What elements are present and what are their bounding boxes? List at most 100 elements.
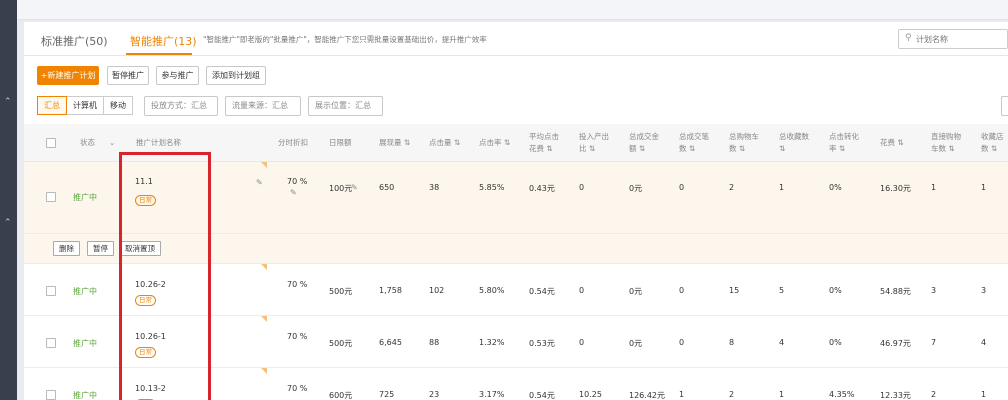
- col-fav[interactable]: 总收藏数 ⇅: [779, 131, 809, 155]
- discount-value: 70 %: [287, 280, 308, 289]
- cart-cell: 2: [729, 183, 735, 192]
- fav-store-cell: 3: [981, 286, 987, 295]
- impressions-cell: 6,645: [379, 338, 402, 347]
- orders-cell: 1: [679, 390, 685, 399]
- direct-cart-cell: 3: [931, 286, 937, 295]
- seg-pc[interactable]: 计算机: [66, 96, 104, 115]
- seg-mobile[interactable]: 移动: [103, 96, 133, 115]
- roi-cell: 10.25: [579, 390, 602, 399]
- pause-row-button[interactable]: 暂停: [87, 241, 114, 256]
- col-gmv[interactable]: 总成交金额 ⇅: [629, 131, 659, 155]
- join-button[interactable]: 参与推广: [156, 66, 199, 85]
- col-status[interactable]: 状态: [80, 137, 95, 149]
- gmv-cell: 0元: [629, 287, 643, 296]
- tab-smart[interactable]: 智能推广(13): [130, 33, 197, 49]
- budget-value: 500元: [329, 339, 353, 348]
- cvr-cell: 0%: [829, 183, 842, 192]
- status-badge: 推广中: [73, 193, 97, 202]
- col-discount: 分时折扣: [278, 138, 308, 147]
- fav-cell: 5: [779, 286, 785, 295]
- active-tab-indicator: [126, 53, 192, 55]
- search-input[interactable]: [916, 32, 1004, 46]
- seg-summary[interactable]: 汇总: [37, 96, 67, 115]
- traffic-select[interactable]: 流量来源：汇总: [225, 96, 301, 116]
- col-orders[interactable]: 总成交笔数 ⇅: [679, 131, 709, 155]
- tab-standard[interactable]: 标准推广(50): [41, 33, 108, 49]
- delete-button[interactable]: 删除: [53, 241, 80, 256]
- highlight-annotation-box: [119, 152, 211, 400]
- ctr-cell: 5.80%: [479, 286, 505, 295]
- cart-cell: 8: [729, 338, 735, 347]
- pin-corner-mark: [261, 316, 267, 322]
- cost-cell: 46.97元: [880, 339, 911, 348]
- more-filter-select[interactable]: [1001, 96, 1008, 116]
- col-roi[interactable]: 投入产出比 ⇅: [579, 131, 609, 155]
- col-ctr[interactable]: 点击率 ⇅: [479, 137, 510, 149]
- fav-cell: 4: [779, 338, 785, 347]
- placement-select[interactable]: 投放方式：汇总: [144, 96, 218, 116]
- tab-bar: 标准推广(50) 智能推广(13) "智能推广"即老版的"批量推广"，智能推广下…: [24, 22, 1008, 56]
- direct-cart-cell: 2: [931, 390, 937, 399]
- cost-cell: 54.88元: [880, 287, 911, 296]
- edit-icon[interactable]: ✎: [256, 178, 263, 187]
- col-avg-cpc[interactable]: 平均点击 花费 ⇅: [529, 131, 559, 155]
- left-rail: ⌃ ⌃: [0, 0, 17, 400]
- row-checkbox[interactable]: [46, 390, 56, 400]
- avg-cpc-cell: 0.54元: [529, 287, 555, 296]
- budget-value: 100元: [329, 184, 353, 193]
- avg-cpc-cell: 0.53元: [529, 339, 555, 348]
- col-impressions[interactable]: 展现量 ⇅: [379, 137, 410, 149]
- status-badge: 推广中: [73, 287, 97, 296]
- position-select[interactable]: 展示位置：汇总: [308, 96, 383, 116]
- collapse-arrow-icon[interactable]: ⌃: [4, 97, 12, 107]
- edit-icon[interactable]: ✎: [351, 183, 358, 192]
- pin-corner-mark: [261, 162, 267, 168]
- collapse-arrow-icon[interactable]: ⌃: [4, 218, 12, 228]
- status-badge: 推广中: [73, 391, 97, 400]
- new-plan-button[interactable]: +新建推广计划: [37, 66, 99, 85]
- fav-store-cell: 1: [981, 390, 987, 399]
- row-checkbox[interactable]: [46, 192, 56, 202]
- ctr-cell: 3.17%: [479, 390, 505, 399]
- search-box[interactable]: ⚲: [898, 29, 1008, 49]
- orders-cell: 0: [679, 183, 685, 192]
- row-checkbox[interactable]: [46, 286, 56, 296]
- top-strip: [17, 0, 1008, 20]
- fav-store-cell: 4: [981, 338, 987, 347]
- col-clicks[interactable]: 点击量 ⇅: [429, 137, 460, 149]
- direct-cart-cell: 1: [931, 183, 937, 192]
- pin-corner-mark: [261, 264, 267, 270]
- budget-value: 600元: [329, 391, 353, 400]
- row-checkbox[interactable]: [46, 338, 56, 348]
- clicks-cell: 23: [429, 390, 440, 399]
- gmv-cell: 126.42元: [629, 391, 665, 400]
- orders-cell: 0: [679, 286, 685, 295]
- col-cost[interactable]: 花费 ⇅: [880, 137, 904, 149]
- gmv-cell: 0元: [629, 184, 643, 193]
- pin-corner-mark: [261, 368, 267, 374]
- cvr-cell: 4.35%: [829, 390, 855, 399]
- device-segment: 汇总 计算机 移动: [37, 96, 133, 115]
- edit-icon[interactable]: ✎: [290, 188, 297, 197]
- roi-cell: 0: [579, 183, 585, 192]
- chevron-down-icon[interactable]: ⌄: [109, 137, 115, 149]
- pause-button[interactable]: 暂停推广: [107, 66, 149, 85]
- col-cart[interactable]: 总购物车数 ⇅: [729, 131, 759, 155]
- fav-cell: 1: [779, 183, 785, 192]
- direct-cart-cell: 7: [931, 338, 937, 347]
- add-to-group-button[interactable]: 添加到计划组: [206, 66, 266, 85]
- cost-cell: 16.30元: [880, 184, 911, 193]
- fav-cell: 1: [779, 390, 785, 399]
- discount-value: 70 %: [287, 384, 308, 393]
- gmv-cell: 0元: [629, 339, 643, 348]
- select-all-checkbox[interactable]: [46, 138, 56, 148]
- budget-value: 500元: [329, 287, 353, 296]
- impressions-cell: 725: [379, 390, 395, 399]
- col-name: 推广计划名称: [136, 138, 181, 147]
- col-cvr[interactable]: 点击转化率 ⇅: [829, 131, 859, 155]
- col-fav-store[interactable]: 收藏店数 ⇅: [981, 131, 1004, 155]
- cvr-cell: 0%: [829, 338, 842, 347]
- search-icon: ⚲: [905, 33, 912, 43]
- col-direct-cart[interactable]: 直接购物 车数 ⇅: [931, 131, 961, 155]
- clicks-cell: 88: [429, 338, 440, 347]
